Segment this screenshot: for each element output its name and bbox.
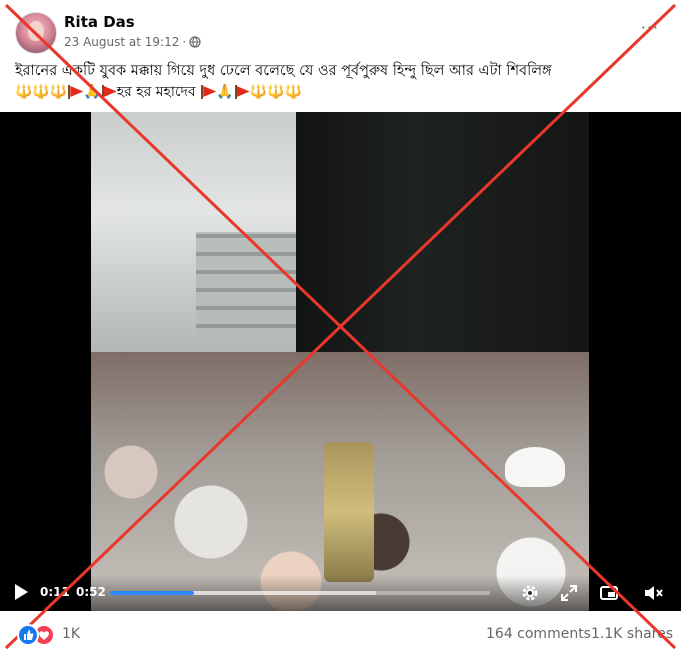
flag-pole-icon <box>234 85 237 99</box>
video-scene-cap <box>505 447 565 487</box>
current-time: 0:11 <box>40 585 70 599</box>
reaction-count[interactable]: 1K <box>62 626 80 642</box>
video-player[interactable]: 0:11 0:52 <box>0 112 681 611</box>
pip-icon[interactable] <box>598 582 620 604</box>
emoji-hashtag-line: 🔱🔱🔱 🙏 হর হর মহাদেব 🙏 🔱🔱🔱 <box>15 83 665 101</box>
comment-count[interactable]: 164 comments <box>486 626 591 642</box>
post-footer: 1K 164 comments 1.1K shares <box>0 611 681 653</box>
flag-pole-icon <box>201 85 204 99</box>
flag-icon <box>103 86 117 97</box>
video-controls: 0:11 0:52 <box>0 575 681 611</box>
flag-icon <box>236 86 250 97</box>
pray-icon: 🙏 <box>216 84 234 100</box>
facebook-post: Rita Das 23 August at 19:12 · ··· ইরানের… <box>0 0 681 653</box>
duration: 0:52 <box>76 585 106 599</box>
post-meta: 23 August at 19:12 · <box>64 35 201 49</box>
trident-icon: 🔱🔱🔱 <box>15 84 68 100</box>
globe-icon <box>189 36 201 48</box>
flag-icon <box>203 86 217 97</box>
progress-bar[interactable] <box>110 591 490 595</box>
author-name[interactable]: Rita Das <box>64 13 135 31</box>
progress-fill <box>110 591 194 595</box>
chant-text: হর হর মহাদেব <box>116 84 196 100</box>
gear-icon[interactable] <box>519 582 541 604</box>
avatar[interactable] <box>15 12 57 54</box>
trident-icon: 🔱🔱🔱 <box>249 84 302 100</box>
volume-muted-icon[interactable] <box>642 582 664 604</box>
post-caption: ইরানের একটি যুবক মক্কায় গিয়ে দুধ ঢেলে … <box>15 63 552 79</box>
video-scene-figure <box>324 442 374 582</box>
flag-icon <box>70 86 84 97</box>
play-icon[interactable] <box>13 583 29 601</box>
video-scene-building <box>196 232 296 342</box>
flag-pole-icon <box>68 85 71 99</box>
like-icon[interactable] <box>17 624 39 646</box>
share-count[interactable]: 1.1K shares <box>591 626 673 642</box>
flag-pole-icon <box>101 85 104 99</box>
pray-icon: 🙏 <box>83 84 101 100</box>
meta-separator: · <box>182 35 187 49</box>
video-frame[interactable] <box>91 112 589 611</box>
more-options-icon[interactable]: ··· <box>641 18 659 37</box>
expand-icon[interactable] <box>558 582 580 604</box>
post-timestamp[interactable]: 23 August at 19:12 <box>64 35 179 49</box>
